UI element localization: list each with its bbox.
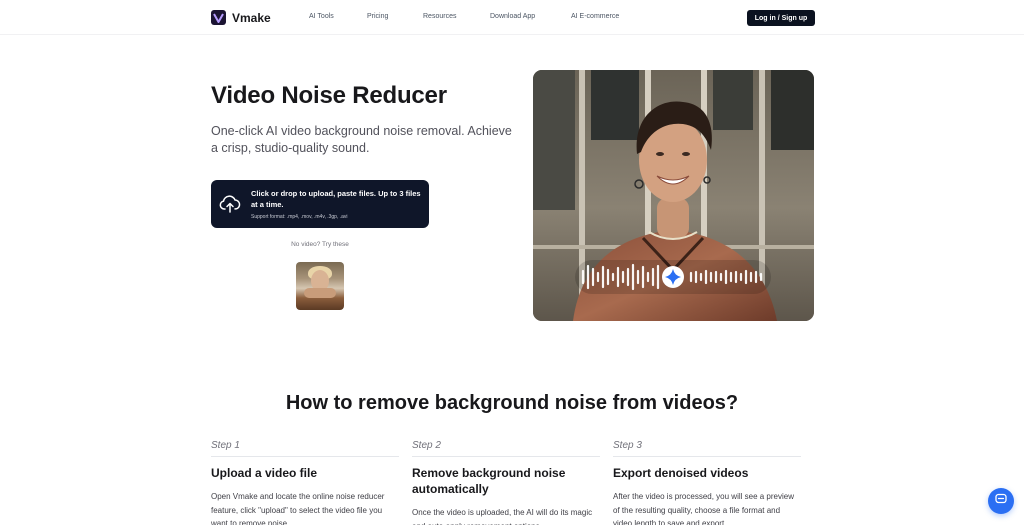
upload-dropzone[interactable]: Click or drop to upload, paste files. Up… <box>211 180 429 228</box>
sample-video-thumbnail[interactable] <box>296 262 344 310</box>
section-title: How to remove background noise from vide… <box>285 392 739 414</box>
step-title: Export denoised videos <box>613 466 749 480</box>
login-signup-button[interactable]: Log in / Sign up <box>747 10 815 26</box>
step-number: Step 2 <box>412 440 600 457</box>
vmake-logo[interactable]: Vmake <box>211 10 271 25</box>
step-description: Once the video is uploaded, the AI will … <box>412 508 593 525</box>
chat-icon <box>995 492 1007 510</box>
step-card: Step 2 Remove background noise automatic… <box>412 440 600 525</box>
upload-instructions: Click or drop to upload, paste files. Up… <box>251 189 421 209</box>
nav-ai-ecommerce[interactable]: AI E-commerce <box>571 13 619 20</box>
step-title: Upload a video file <box>211 466 318 480</box>
step-description: Open Vmake and locate the online noise r… <box>211 492 385 525</box>
step-number: Step 3 <box>613 440 801 457</box>
step-card: Step 3 Export denoised videos After the … <box>613 440 801 525</box>
nav-resources[interactable]: Resources <box>423 13 456 20</box>
page-subtitle: One-click AI video background noise remo… <box>211 124 512 155</box>
top-navigation-bar: Vmake AI Tools Pricing Resources Downloa… <box>0 0 1024 35</box>
nav-download-app[interactable]: Download App <box>490 13 535 20</box>
step-title: Remove background noise automatically <box>412 466 566 496</box>
page-title: Video Noise Reducer <box>211 82 447 109</box>
cloud-upload-icon <box>219 194 241 214</box>
vmake-logo-icon <box>211 10 226 25</box>
try-samples-label: No video? Try these <box>291 241 349 248</box>
chat-support-button[interactable] <box>988 488 1014 514</box>
nav-ai-tools[interactable]: AI Tools <box>309 13 334 20</box>
step-number: Step 1 <box>211 440 399 457</box>
logo-text: Vmake <box>232 10 271 25</box>
upload-supported-formats: Support format: .mp4, .mov, .m4v, .3gp, … <box>251 214 348 220</box>
hero-demo-image <box>533 70 814 321</box>
step-card: Step 1 Upload a video file Open Vmake an… <box>211 440 399 525</box>
step-description: After the video is processed, you will s… <box>613 492 794 525</box>
nav-pricing[interactable]: Pricing <box>367 13 388 20</box>
